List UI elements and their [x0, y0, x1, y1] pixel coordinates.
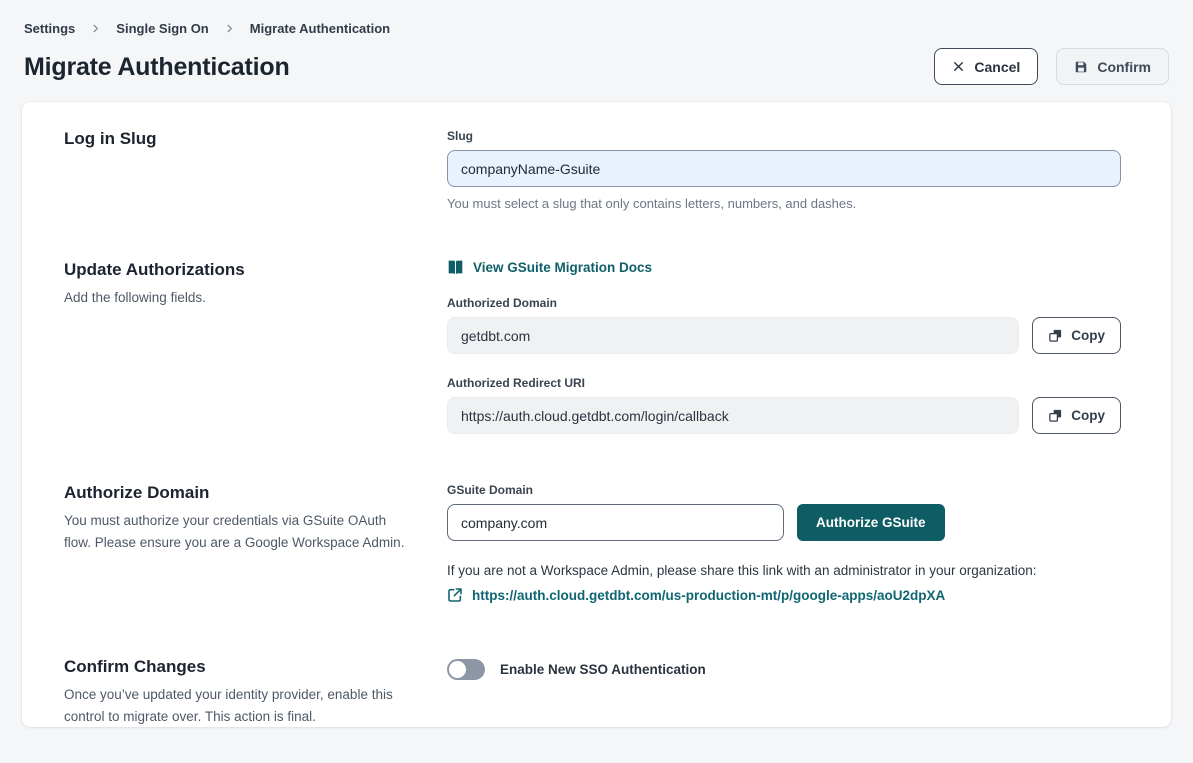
authorize-gsuite-button[interactable]: Authorize GSuite [797, 504, 945, 541]
section-update-authorizations: Update Authorizations Add the following … [64, 260, 1121, 434]
copy-button-label: Copy [1071, 408, 1105, 423]
section-heading: Authorize Domain [64, 483, 411, 503]
sso-toggle-row: Enable New SSO Authentication [447, 659, 1121, 680]
authorized-domain-value [447, 317, 1019, 354]
share-authorization-link[interactable]: https://auth.cloud.getdbt.com/us-product… [447, 587, 945, 603]
header-actions: Cancel Confirm [934, 48, 1169, 85]
toggle-knob [449, 661, 466, 678]
x-icon [952, 60, 965, 73]
section-update-authorizations-intro: Update Authorizations Add the following … [64, 260, 447, 309]
section-description: You must authorize your credentials via … [64, 510, 411, 553]
enable-new-sso-toggle-label: Enable New SSO Authentication [500, 662, 706, 677]
breadcrumb: Settings Single Sign On Migrate Authenti… [24, 21, 1169, 36]
section-login-slug: Log in Slug Slug You must select a slug … [64, 129, 1121, 211]
section-authorize-domain: Authorize Domain You must authorize your… [64, 483, 1121, 608]
section-authorize-domain-intro: Authorize Domain You must authorize your… [64, 483, 447, 553]
section-heading: Update Authorizations [64, 260, 411, 280]
gsuite-migration-docs-link[interactable]: View GSuite Migration Docs [447, 260, 652, 275]
breadcrumb-settings[interactable]: Settings [24, 21, 75, 36]
book-icon [447, 260, 464, 275]
section-heading: Log in Slug [64, 129, 411, 149]
settings-card: Log in Slug Slug You must select a slug … [22, 102, 1171, 727]
confirm-button-label: Confirm [1097, 59, 1151, 75]
cancel-button-label: Cancel [974, 59, 1020, 75]
copy-button-label: Copy [1071, 328, 1105, 343]
gsuite-domain-label: GSuite Domain [447, 483, 1121, 497]
gsuite-domain-input[interactable] [447, 504, 784, 541]
share-authorization-link-label: https://auth.cloud.getdbt.com/us-product… [472, 588, 945, 603]
chevron-right-icon [90, 23, 101, 34]
enable-new-sso-toggle[interactable] [447, 659, 485, 680]
gsuite-migration-docs-link-label: View GSuite Migration Docs [473, 260, 652, 275]
slug-label: Slug [447, 129, 1121, 143]
confirm-button[interactable]: Confirm [1056, 48, 1169, 85]
section-confirm-changes: Confirm Changes Once you’ve updated your… [64, 657, 1121, 727]
slug-helper-text: You must select a slug that only contain… [447, 196, 1121, 211]
section-confirm-changes-intro: Confirm Changes Once you’ve updated your… [64, 657, 447, 727]
save-icon [1074, 60, 1088, 74]
chevron-right-icon [224, 23, 235, 34]
section-heading: Confirm Changes [64, 657, 411, 677]
section-description: Add the following fields. [64, 287, 411, 309]
section-login-slug-intro: Log in Slug [64, 129, 447, 156]
copy-authorized-domain-button[interactable]: Copy [1032, 317, 1121, 354]
top-bar: Settings Single Sign On Migrate Authenti… [0, 0, 1193, 85]
page: Settings Single Sign On Migrate Authenti… [0, 0, 1193, 763]
authorized-redirect-uri-value [447, 397, 1019, 434]
copy-icon [1048, 408, 1063, 423]
authorized-domain-label: Authorized Domain [447, 296, 1121, 310]
page-title: Migrate Authentication [24, 52, 290, 82]
page-header: Migrate Authentication Cancel Confirm [24, 48, 1169, 85]
cancel-button[interactable]: Cancel [934, 48, 1038, 85]
authorized-redirect-uri-label: Authorized Redirect URI [447, 376, 1121, 390]
breadcrumb-migrate-authentication: Migrate Authentication [250, 21, 390, 36]
breadcrumb-single-sign-on[interactable]: Single Sign On [116, 21, 208, 36]
copy-icon [1048, 328, 1063, 343]
authorized-redirect-uri-group: Authorized Redirect URI Copy [447, 376, 1121, 434]
external-link-icon [447, 587, 463, 603]
section-description: Once you’ve updated your identity provid… [64, 684, 411, 727]
authorized-domain-group: Authorized Domain Copy [447, 296, 1121, 354]
workspace-admin-note: If you are not a Workspace Admin, please… [447, 563, 1121, 578]
copy-redirect-uri-button[interactable]: Copy [1032, 397, 1121, 434]
slug-input[interactable] [447, 150, 1121, 187]
